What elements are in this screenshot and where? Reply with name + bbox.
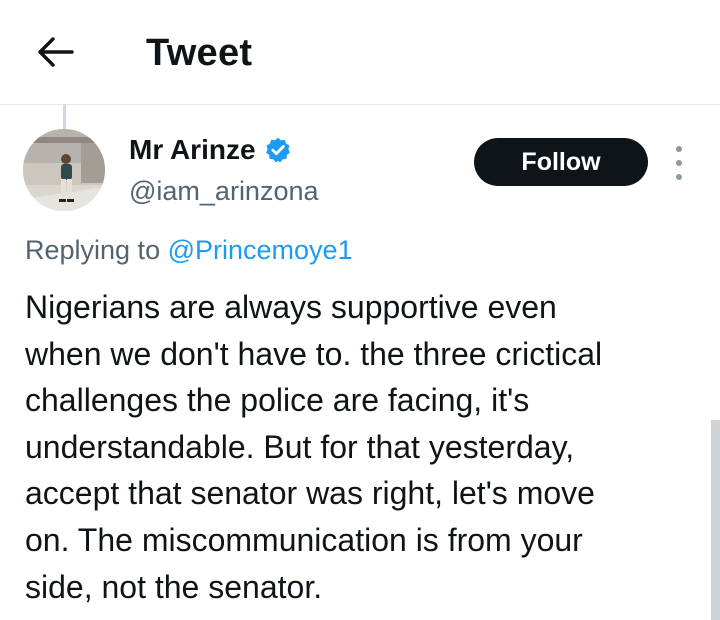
tweet-text-line: accept that senator was right, let's mov… xyxy=(25,475,595,512)
author-handle[interactable]: @iam_arinzona xyxy=(129,172,319,210)
top-app-bar: Tweet xyxy=(0,0,720,105)
replying-to: Replying to @Princemoye1 xyxy=(25,230,353,270)
tweet-text-line: Nigerians are always supportive even xyxy=(25,289,557,325)
author-info: Mr Arinze @iam_arinzona xyxy=(129,130,319,210)
tweet-text-line: side, not the senator. xyxy=(25,568,323,605)
arrow-left-icon xyxy=(38,37,74,67)
author-display-name[interactable]: Mr Arinze xyxy=(129,130,256,170)
tweet-text-line: on. The miscommunication is from your xyxy=(25,521,583,558)
more-dot xyxy=(676,160,682,166)
follow-button[interactable]: Follow xyxy=(474,138,648,186)
avatar[interactable] xyxy=(23,129,105,211)
tweet-text: Nigerians are always supportive even whe… xyxy=(25,284,705,610)
replying-to-label: Replying to xyxy=(25,235,161,265)
tweet-text-line: when we don't have to. the three crictic… xyxy=(25,335,603,372)
reply-mention-link[interactable]: @Princemoye1 xyxy=(168,235,353,265)
more-dot xyxy=(676,174,682,180)
avatar-photo xyxy=(23,129,105,211)
back-button[interactable] xyxy=(34,30,78,74)
more-dot xyxy=(676,146,682,152)
tweet-text-line: understandable. But for that yesterday, xyxy=(25,428,575,465)
thread-connector-line xyxy=(63,104,66,130)
more-vertical-icon[interactable] xyxy=(668,146,690,180)
page-title: Tweet xyxy=(146,32,253,74)
verified-badge-icon xyxy=(264,136,292,164)
tweet-text-line: challenges the police are facing, it's xyxy=(25,382,530,419)
scrollbar[interactable] xyxy=(711,420,720,620)
name-row: Mr Arinze xyxy=(129,130,319,170)
